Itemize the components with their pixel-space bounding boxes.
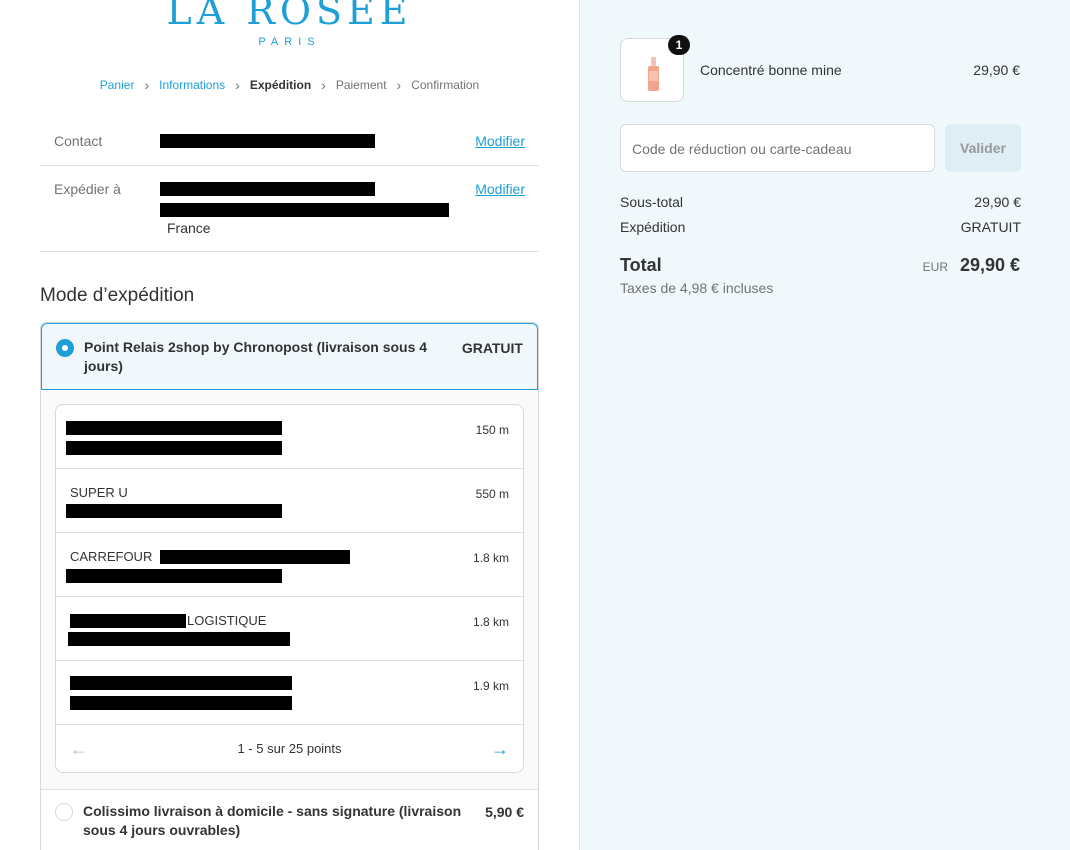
brand-logo[interactable]: LA ROSÉE PARIS (0, 0, 579, 48)
pagination-label: 1 - 5 sur 25 points (237, 741, 342, 756)
breadcrumb: Panier › Informations › Expédition › Pai… (0, 78, 579, 92)
apply-discount-button[interactable]: Valider (945, 124, 1021, 172)
redacted-address-line1 (160, 182, 375, 196)
relay-name: CARREFOUR (70, 549, 153, 564)
breadcrumb-information[interactable]: Informations (159, 78, 225, 92)
breadcrumb-confirmation: Confirmation (411, 78, 480, 92)
shipping-cost-value: GRATUIT (960, 219, 1021, 235)
relay-distance: 550 m (475, 487, 509, 501)
redacted-relay-name (70, 676, 292, 690)
relay-points-list: 150 m SUPER U 550 m CARREFOUR 1.8 km LOG… (55, 404, 524, 773)
breadcrumb-cart[interactable]: Panier (100, 78, 135, 92)
ship-to-row: Expédier à France Modifier (40, 166, 539, 252)
product-price: 29,90 € (973, 62, 1020, 78)
chevron-right-icon: › (396, 77, 402, 93)
redacted-relay-name (70, 614, 186, 628)
breadcrumb-shipping: Expédition (249, 78, 312, 92)
checkout-main: LA ROSÉE PARIS Panier › Informations › E… (0, 0, 579, 850)
shipping-option-relay-price: GRATUIT (461, 340, 523, 356)
redacted-relay-address (68, 632, 290, 646)
total-currency: EUR (922, 260, 948, 274)
contact-row: Contact Modifier (40, 118, 539, 166)
total-label: Total (620, 255, 662, 275)
radio-selected[interactable] (56, 339, 74, 357)
brand-name: LA ROSÉE (166, 0, 413, 33)
shipping-option-relay-label: Point Relais 2shop by Chronopost (livrai… (84, 339, 428, 374)
shipping-option-home-price: 5,90 € (485, 804, 524, 820)
ship-to-label: Expédier à (54, 181, 121, 197)
redacted-contact (160, 134, 375, 148)
relay-point[interactable]: 1.9 km (56, 661, 523, 725)
brand-city: PARIS (258, 36, 321, 48)
chevron-right-icon: › (144, 77, 150, 93)
relay-distance: 1.9 km (472, 679, 509, 693)
subtotal-row: Sous-total 29,90 € (620, 194, 1021, 210)
review-block: Contact Modifier Expédier à France Modif… (40, 118, 539, 252)
modify-contact-link[interactable]: Modifier (475, 133, 525, 149)
arrow-left-icon[interactable]: ← (70, 725, 88, 772)
shipping-option-home-label: Colissimo livraison à domicile - sans si… (83, 803, 462, 838)
quantity-badge: 1 (668, 35, 690, 55)
redacted-relay-address (66, 504, 282, 518)
redacted-relay-address (66, 441, 282, 455)
shipping-cost-row: Expédition GRATUIT (620, 219, 1021, 235)
relay-point[interactable]: CARREFOUR 1.8 km (56, 533, 523, 597)
shipping-option-relay[interactable]: Point Relais 2shop by Chronopost (livrai… (41, 323, 538, 390)
relay-name: SUPER U (70, 485, 128, 500)
taxes-note: Taxes de 4,98 € incluses (620, 280, 774, 296)
relay-point[interactable]: LOGISTIQUE 1.8 km (56, 597, 523, 661)
subtotal-value: 29,90 € (974, 194, 1021, 210)
relay-distance: 1.8 km (472, 615, 509, 629)
ship-to-country: France (167, 220, 211, 236)
redacted-relay-name (160, 550, 350, 564)
discount-code-input[interactable]: Code de réduction ou carte-cadeau (620, 124, 935, 172)
redacted-address-line2 (160, 203, 449, 217)
total-value: 29,90 € (959, 255, 1020, 275)
modify-address-link[interactable]: Modifier (475, 181, 525, 197)
arrow-right-icon[interactable]: → (491, 725, 509, 772)
relay-point[interactable]: 150 m (56, 405, 523, 469)
product-name: Concentré bonne mine (700, 62, 842, 78)
breadcrumb-payment: Paiement (335, 78, 387, 92)
relay-name: LOGISTIQUE (187, 613, 267, 628)
relay-points-panel: 150 m SUPER U 550 m CARREFOUR 1.8 km LOG… (41, 390, 538, 790)
relay-point[interactable]: SUPER U 550 m (56, 469, 523, 533)
relay-distance: 1.8 km (472, 551, 509, 565)
chevron-right-icon: › (321, 77, 326, 93)
radio-unselected[interactable] (55, 803, 73, 821)
product-bottle-icon (648, 57, 659, 91)
shipping-option-home[interactable]: Colissimo livraison à domicile - sans si… (41, 791, 538, 850)
relay-pagination: ← 1 - 5 sur 25 points → (56, 725, 523, 772)
relay-distance: 150 m (475, 423, 509, 437)
subtotal-label: Sous-total (620, 194, 684, 210)
redacted-relay-name (66, 421, 282, 435)
chevron-right-icon: › (235, 77, 240, 93)
redacted-relay-address (70, 696, 292, 710)
shipping-methods: Point Relais 2shop by Chronopost (livrai… (40, 322, 539, 850)
contact-label: Contact (54, 133, 103, 149)
shipping-method-title: Mode d’expédition (40, 285, 195, 306)
shipping-cost-label: Expédition (620, 219, 686, 235)
redacted-relay-address (66, 569, 282, 583)
